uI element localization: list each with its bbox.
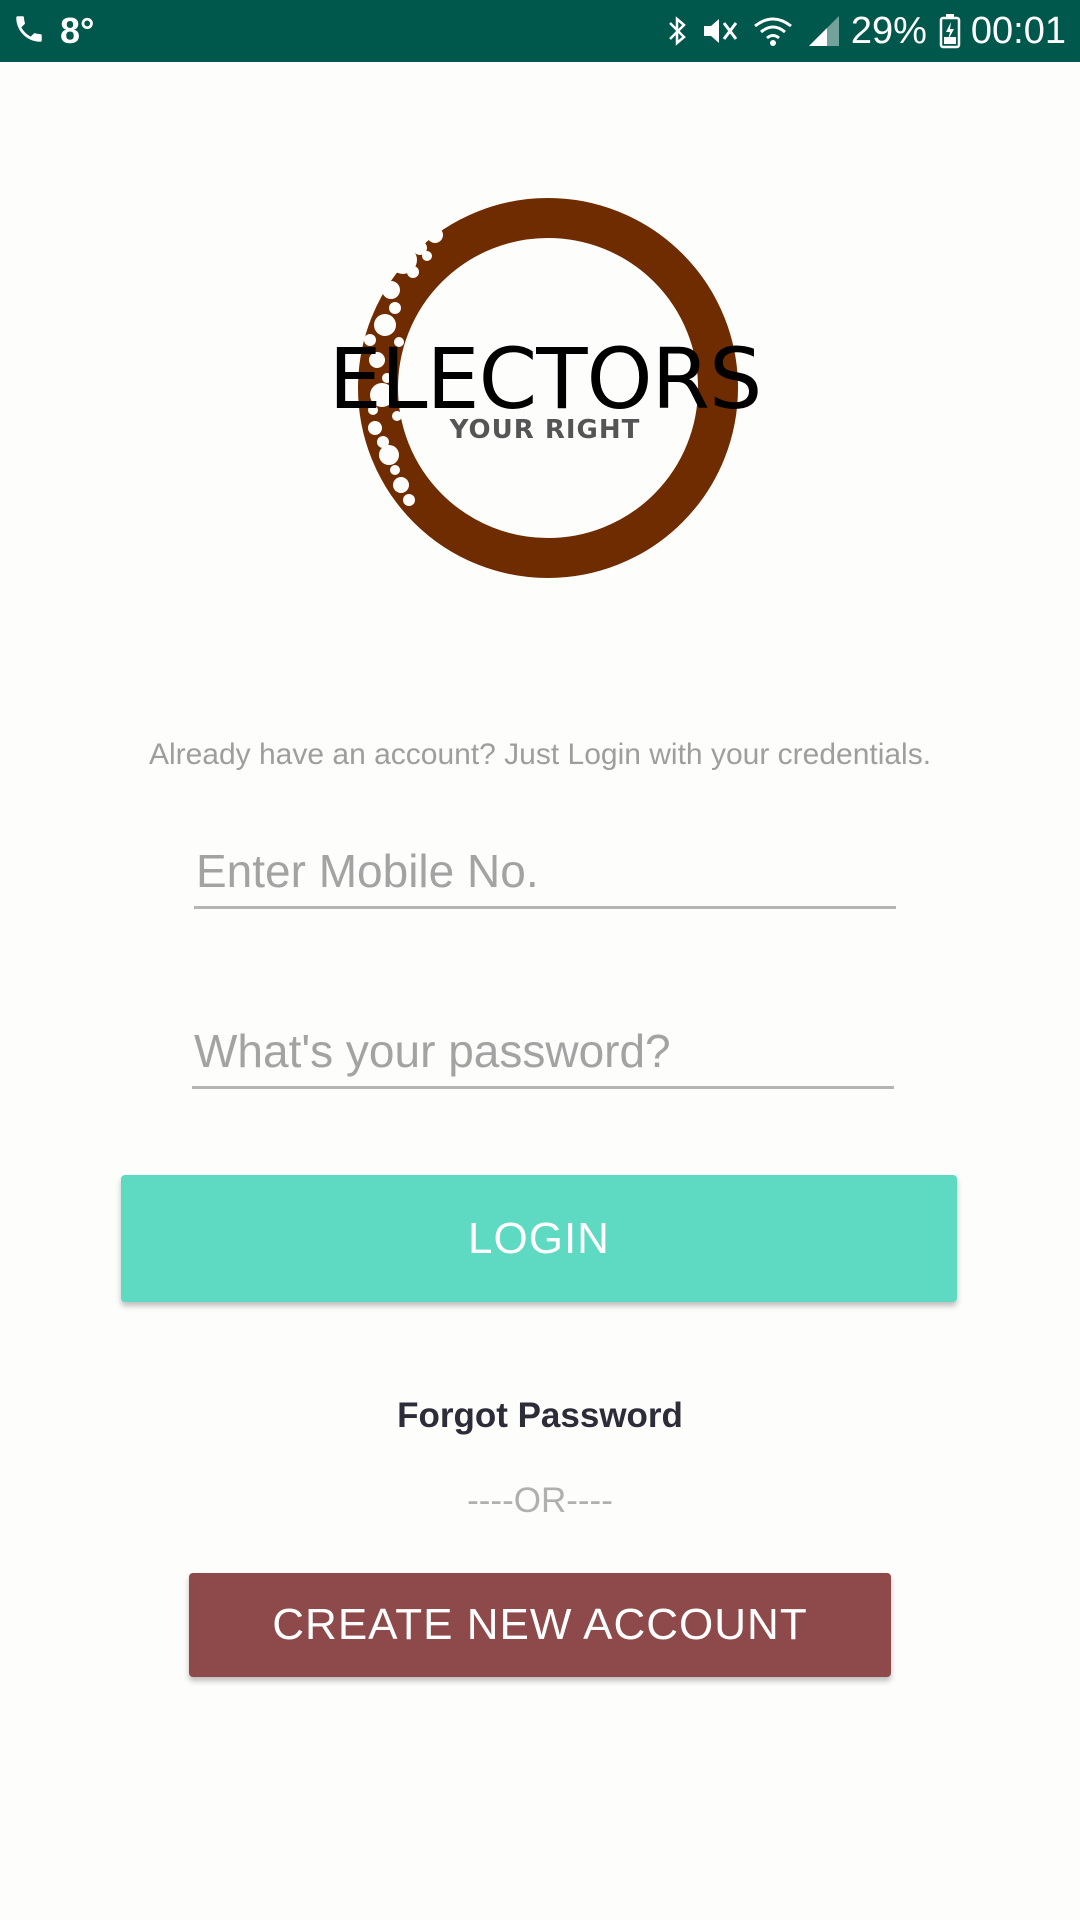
bluetooth-icon — [665, 14, 689, 48]
electors-logo: ELECTORS YOUR RIGHT — [325, 190, 765, 590]
phone-icon — [12, 12, 46, 51]
clock: 00:01 — [970, 9, 1066, 52]
create-account-button-label: CREATE NEW ACCOUNT — [272, 1600, 808, 1649]
mute-icon — [701, 14, 739, 48]
temperature: 8° — [60, 10, 95, 51]
battery-icon — [939, 13, 961, 49]
signal-icon — [807, 14, 841, 48]
logo-wordmark: ELECTORS — [328, 330, 763, 428]
forgot-password-link[interactable]: Forgot Password — [0, 1396, 1080, 1436]
login-button-label: LOGIN — [468, 1213, 610, 1263]
login-button[interactable]: LOGIN — [121, 1175, 957, 1302]
create-account-button[interactable]: CREATE NEW ACCOUNT — [189, 1573, 891, 1677]
login-subtitle: Already have an account? Just Login with… — [148, 738, 932, 771]
wifi-icon — [751, 14, 795, 48]
password-input[interactable] — [192, 1016, 894, 1089]
status-left: 8° — [12, 0, 94, 62]
logo-tagline: YOUR RIGHT — [449, 415, 641, 445]
battery-percent: 29% — [850, 9, 927, 52]
status-right: 29% 00:01 — [653, 0, 1066, 62]
or-separator: ----OR---- — [467, 1481, 613, 1520]
mobile-number-input[interactable] — [194, 836, 896, 909]
status-bar: 8° 29% 00:01 — [0, 0, 1080, 62]
